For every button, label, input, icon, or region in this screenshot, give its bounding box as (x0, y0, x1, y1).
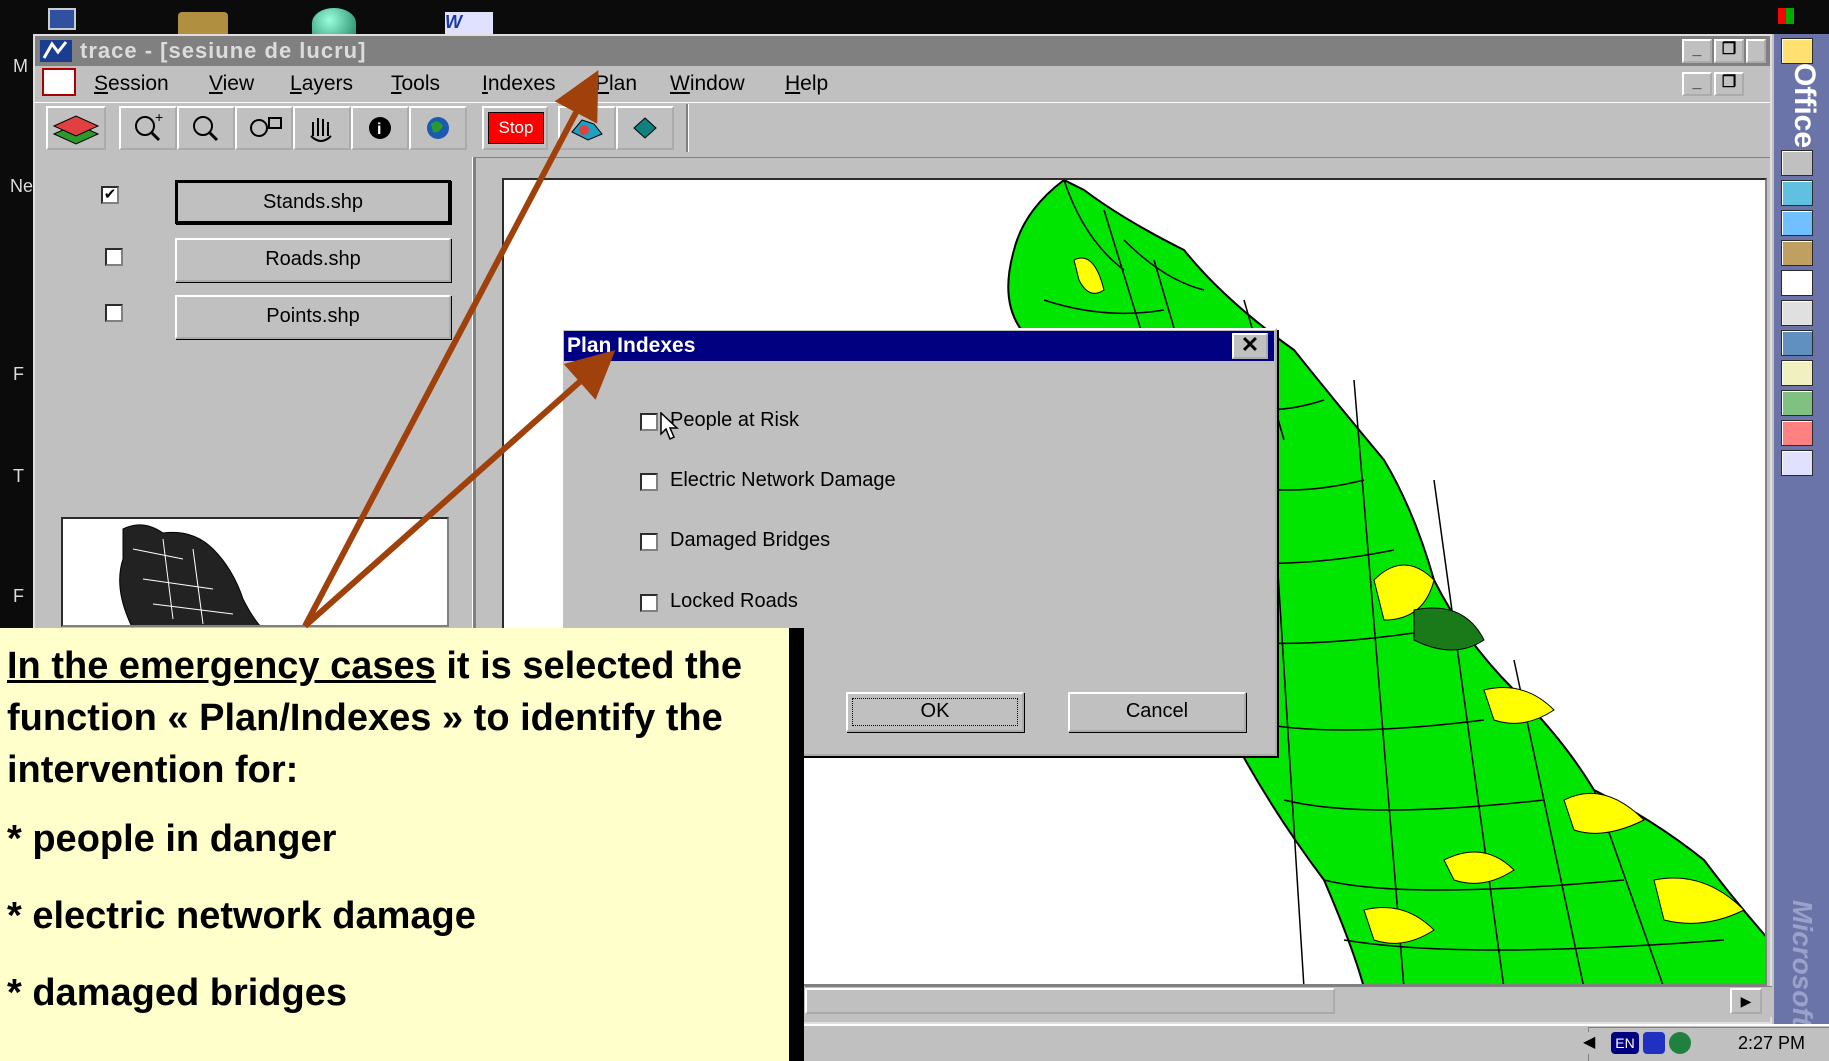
cube-icon[interactable] (1781, 450, 1813, 476)
overview-map[interactable] (61, 517, 449, 627)
stop-icon[interactable]: Stop (488, 112, 544, 144)
speaker-icon[interactable]: ◀ (1583, 1032, 1605, 1054)
layer-checkbox-stands[interactable]: ✔ (101, 186, 119, 204)
excel-icon[interactable] (1781, 180, 1813, 206)
briefcase-icon[interactable] (178, 12, 228, 34)
shield-icon[interactable] (1643, 1032, 1665, 1054)
menu-layers[interactable]: Layers (290, 72, 353, 96)
side-label: T (13, 466, 24, 486)
diamond-icon[interactable] (616, 106, 674, 150)
layer-checkbox-roads[interactable] (105, 248, 123, 266)
window-icon[interactable] (48, 8, 76, 30)
cancel-button[interactable]: Cancel (1068, 692, 1246, 732)
scrollbar-thumb[interactable] (805, 988, 1335, 1014)
annotation-bullet: * electric network damage (7, 895, 476, 937)
option-checkbox-electric-network-damage[interactable] (640, 473, 658, 491)
bird-icon[interactable] (1781, 390, 1813, 416)
option-checkbox-people-at-risk[interactable] (640, 413, 658, 431)
menu-tools[interactable]: Tools (391, 72, 440, 96)
layer-button-stands[interactable]: Stands.shp (175, 180, 451, 224)
menu-view[interactable]: View (209, 72, 254, 96)
globe-icon[interactable] (409, 106, 467, 150)
layers-icon[interactable] (46, 106, 106, 150)
side-label: F (13, 586, 24, 606)
page-frame: W M Ne F T F Office Microsoft trace - [s… (0, 0, 1829, 1061)
word-desktop-icon[interactable]: W (445, 12, 493, 34)
office-bar-title: Office (1788, 63, 1821, 149)
tray-icons: ◀ EN (1583, 1032, 1693, 1056)
layer-checkbox-points[interactable] (105, 304, 123, 322)
presentation-icon[interactable] (1781, 300, 1813, 326)
scroll-right-icon[interactable]: ▶ (1730, 988, 1762, 1014)
window-title: trace - [sesiune de lucru] (80, 38, 367, 63)
svg-text:i: i (377, 121, 381, 138)
ok-button[interactable]: OK (846, 692, 1024, 732)
restore-button[interactable]: ❐ (1714, 39, 1744, 63)
child-restore-button[interactable]: ❐ (1714, 72, 1744, 96)
office-shortcut-icon[interactable] (1781, 38, 1813, 64)
annotation-bullet: * damaged bridges (7, 972, 347, 1014)
option-label-people-at-risk[interactable]: People at Risk (670, 409, 799, 432)
option-label-locked-roads[interactable]: Locked Roads (670, 590, 798, 613)
menu-session[interactable]: Session (94, 72, 169, 96)
side-label: M (13, 56, 28, 76)
word-icon[interactable] (1781, 210, 1813, 236)
app-logo-icon (38, 38, 74, 64)
access-icon[interactable] (1781, 240, 1813, 266)
pan-hand-icon[interactable] (293, 106, 351, 150)
clock[interactable]: 2:27 PM (1738, 1033, 1805, 1054)
side-label: Ne (10, 176, 34, 196)
menu-plan[interactable]: Plan (595, 72, 637, 96)
tag-icon[interactable] (1781, 360, 1813, 386)
menu-window[interactable]: Window (670, 72, 745, 96)
option-checkbox-damaged-bridges[interactable] (640, 533, 658, 551)
mouse-cursor-icon (660, 411, 682, 447)
contacts-icon[interactable] (1781, 330, 1813, 356)
menu-indexes[interactable]: Indexes (482, 72, 556, 96)
svg-text:+: + (155, 109, 163, 125)
minimize-button[interactable]: _ (1682, 39, 1712, 63)
option-label-damaged-bridges[interactable]: Damaged Bridges (670, 529, 830, 552)
toolbar-separator (686, 104, 689, 152)
language-indicator[interactable]: EN (1611, 1032, 1639, 1054)
network-tray-icon[interactable] (1669, 1032, 1691, 1054)
info-icon[interactable]: i (351, 106, 409, 150)
close-button-partial[interactable] (1746, 39, 1766, 63)
annotation-underlined: In the emergency cases (7, 645, 436, 687)
dialog-close-icon[interactable]: ✕ (1232, 333, 1268, 359)
document-menu-icon[interactable] (42, 68, 76, 96)
document-icon[interactable] (1781, 270, 1813, 296)
desktop-top-strip: W (0, 0, 1829, 38)
zoom-out-icon[interactable] (177, 106, 235, 150)
map-shapes-icon[interactable] (558, 106, 616, 150)
zoom-in-icon[interactable]: + (119, 106, 177, 150)
screen-icon[interactable] (1781, 150, 1813, 176)
option-label-electric-network-damage[interactable]: Electric Network Damage (670, 469, 896, 492)
side-label: F (13, 364, 24, 384)
option-checkbox-locked-roads[interactable] (640, 594, 658, 612)
network-icon[interactable] (1781, 420, 1813, 446)
office-bar-top-icon[interactable] (1778, 8, 1794, 24)
annotation-text: In the emergency cases it is selected th… (7, 640, 787, 796)
dialog-title: Plan Indexes (567, 334, 696, 357)
child-minimize-button[interactable]: _ (1682, 72, 1712, 96)
layer-button-points[interactable]: Points.shp (175, 295, 451, 339)
menu-help[interactable]: Help (785, 72, 828, 96)
annotation-bullet: * people in danger (7, 818, 337, 860)
microsoft-bar-text: Microsoft (1787, 900, 1818, 1026)
zoom-extent-icon[interactable] (235, 106, 293, 150)
layer-button-roads[interactable]: Roads.shp (175, 238, 451, 282)
